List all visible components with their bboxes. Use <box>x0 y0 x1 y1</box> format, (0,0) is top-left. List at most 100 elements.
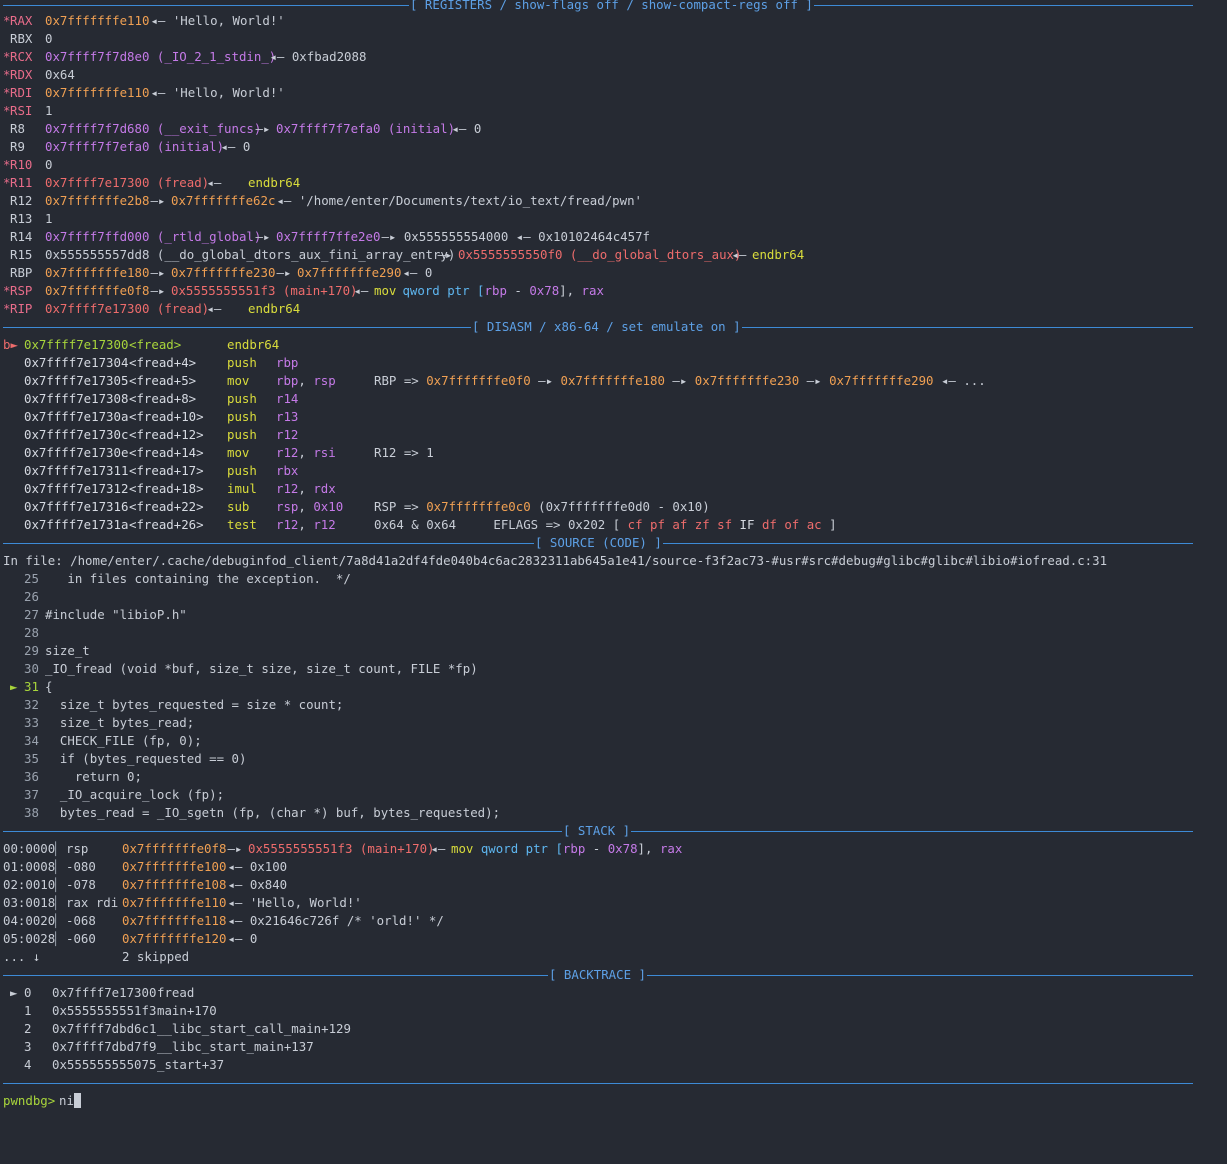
operand: rsp <box>313 373 336 388</box>
instruction-address: 0x7ffff7e17316 <box>24 499 129 514</box>
operand-close: ], <box>637 841 660 856</box>
register-rbp: RBP 0x7fffffffe180 —▸ 0x7fffffffe230 —▸ … <box>10 265 433 280</box>
emulation-note: RBP => 0x7fffffffe0f0 —▸ 0x7fffffffe180 … <box>374 372 986 390</box>
frame-address: 0x7ffff7dbd7f9 <box>52 1039 157 1054</box>
flags-off: cf pf af zf sf <box>627 517 733 532</box>
stack-divider: │ <box>52 841 60 856</box>
instruction-operands: rbx <box>276 462 298 480</box>
operand: rbp <box>276 373 299 388</box>
stack-address: 0x7fffffffe108 <box>122 877 227 892</box>
line-number: 27 <box>24 607 39 622</box>
instruction-symbol: <fread+12> <box>129 427 204 442</box>
prompt-label: pwndbg> <box>3 1093 56 1108</box>
stack-address: 0x7fffffffe0f8 <box>122 841 227 856</box>
line-number: 38 <box>24 805 39 820</box>
operand-separator: , <box>298 517 314 532</box>
instruction-symbol: <fread+5> <box>129 373 197 388</box>
instruction-symbol: <fread+18> <box>129 481 204 496</box>
operand-reg: rbp <box>562 841 586 856</box>
stack-address: 0x7fffffffe110 <box>122 895 227 910</box>
operand-reg2: rax <box>659 841 683 856</box>
register-r8: R8 0x7ffff7f7d680 (__exit_funcs) —▸ 0x7f… <box>10 121 482 136</box>
stack-value: ◂— 'Hello, World!' <box>220 895 362 910</box>
register-r11: * R11 0x7ffff7e17300 (fread) ◂— endbr64 <box>3 175 301 190</box>
line-number: 31 <box>24 679 39 694</box>
operand: rsp <box>276 499 299 514</box>
stack-offset: -068 <box>66 913 96 928</box>
operand-separator: , <box>298 499 314 514</box>
frame-number: 3 <box>24 1039 32 1054</box>
instruction-mnemonic: endbr64 <box>227 337 280 352</box>
line-number: 37 <box>24 787 39 802</box>
line-number: 35 <box>24 751 39 766</box>
source-header-label: [ SOURCE (CODE) ] <box>534 534 663 552</box>
source-text: bytes_read = _IO_sgetn (fp, (char *) buf… <box>45 805 501 820</box>
operand: r13 <box>276 409 299 424</box>
emulation-note: R12 => 1 <box>374 444 434 462</box>
operand-size: qword ptr [ <box>473 841 563 856</box>
source-text: return 0; <box>45 769 142 784</box>
source-text: if (bytes_requested == 0) <box>45 751 247 766</box>
instruction-operands: r12, rdx <box>276 480 336 498</box>
stack-value: ◂— 0x840 <box>220 877 288 892</box>
register-r12: R12 0x7fffffffe2b8 —▸ 0x7fffffffe62c ◂— … <box>10 193 642 208</box>
instruction-mnemonic: push <box>227 391 257 406</box>
stack-pointed-value: 0x5555555551f3 (main+170) <box>248 841 435 856</box>
instruction-operands: r12 <box>276 426 298 444</box>
operand: r12 <box>313 517 336 532</box>
stack-value: ◂— 0 <box>220 931 258 946</box>
instruction-symbol: <fread+10> <box>129 409 204 424</box>
emulation-note: RSP => 0x7fffffffe0c0 (0x7fffffffe0d0 - … <box>374 498 710 516</box>
frame-function: __libc_start_main+137 <box>157 1039 314 1054</box>
instruction-symbol: <fread+22> <box>129 499 204 514</box>
instruction-symbol: <fread+17> <box>129 463 204 478</box>
source-text: #include "libioP.h" <box>45 607 187 622</box>
operand: r12 <box>276 517 299 532</box>
operand-separator: , <box>298 373 314 388</box>
register-rax: * RAX 0x7fffffffe110 ◂— 'Hello, World!' <box>3 13 285 28</box>
backtrace-header: [ BACKTRACE ] <box>3 966 1193 984</box>
register-r15: R15 0x555555557dd8 (__do_global_dtors_au… <box>10 247 805 262</box>
frame-address: 0x7ffff7e17300 <box>52 985 157 1000</box>
instruction-operands: rbp <box>276 354 298 372</box>
instruction-mnemonic: push <box>227 355 257 370</box>
instruction-operands: r14 <box>276 390 298 408</box>
stack-index: 05:0028 <box>3 931 56 946</box>
stack-offset: -060 <box>66 931 96 946</box>
instruction-operands: rbp, rsp <box>276 372 336 390</box>
stack-address: 0x7fffffffe100 <box>122 859 227 874</box>
flag-on: IF <box>739 517 755 532</box>
instruction-address: 0x7ffff7e1730c <box>24 427 129 442</box>
mnemonic: mov <box>451 841 474 856</box>
instruction-symbol: <fread+4> <box>129 355 197 370</box>
terminal-window: [ REGISTERS / show-flags off / show-comp… <box>0 0 1227 1113</box>
command-prompt[interactable]: pwndbg> ni <box>0 1092 81 1110</box>
stack-offset: rsp <box>66 841 89 856</box>
emulation-note: 0x64 & 0x64 EFLAGS => 0x202 [ cf pf af z… <box>374 516 837 534</box>
current-line-marker: ► <box>10 679 18 694</box>
flags-off: df of ac <box>761 517 822 532</box>
stack-index: 02:0010 <box>3 877 56 892</box>
frame-number: 4 <box>24 1057 32 1072</box>
line-number: 36 <box>24 769 39 784</box>
frame-function: _start+37 <box>157 1057 225 1072</box>
instruction-address: 0x7ffff7e17312 <box>24 481 129 496</box>
pointer-arrow: —▸ <box>664 373 695 388</box>
operand-const: 0x78 <box>607 841 638 856</box>
register-r14: R14 0x7ffff7ffd000 (_rtld_global) —▸ 0x7… <box>10 229 651 244</box>
frame-number: 2 <box>24 1021 32 1036</box>
instruction-address: 0x7ffff7e17304 <box>24 355 129 370</box>
frame-function: __libc_start_call_main+129 <box>157 1021 351 1036</box>
command-input[interactable]: ni <box>59 1092 81 1110</box>
instruction-operands: r12, r12 <box>276 516 336 534</box>
stack-tail: ◂— <box>423 841 453 856</box>
operand: rbp <box>276 355 299 370</box>
backtrace-header-label: [ BACKTRACE ] <box>548 966 647 984</box>
frame-function: main+170 <box>157 1003 217 1018</box>
instruction-mnemonic: push <box>227 409 257 424</box>
stack-header: [ STACK ] <box>3 822 1193 840</box>
chain-tail: ◂— ... <box>933 373 986 388</box>
rbp-chain-value: 0x7fffffffe230 <box>694 373 800 388</box>
